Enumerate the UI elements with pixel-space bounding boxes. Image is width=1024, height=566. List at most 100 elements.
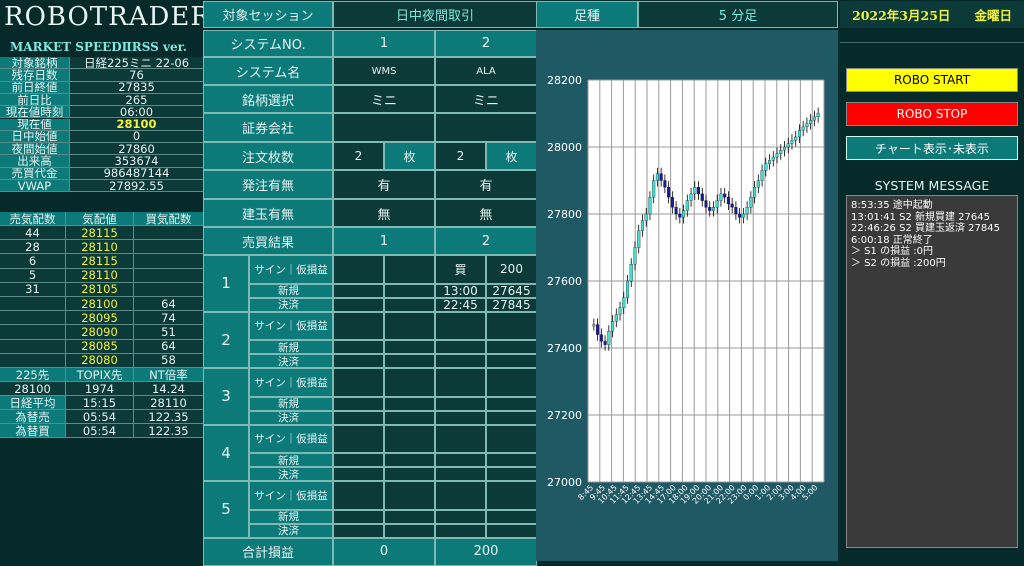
board-price: 28110	[66, 240, 134, 255]
candle-body	[640, 220, 644, 231]
board-ask-qty: 5	[0, 268, 66, 283]
order-flag-s2[interactable]: 有	[435, 170, 537, 199]
system-no-s2[interactable]: 2	[435, 30, 537, 57]
trade-sign-label: サイン｜仮損益	[249, 368, 333, 397]
board-bid-qty	[134, 254, 204, 269]
candle-body	[670, 197, 674, 208]
candle-body	[794, 136, 798, 141]
robo-start-button[interactable]: ROBO START	[846, 68, 1018, 92]
trade-s1-sign	[333, 311, 384, 340]
trade-sign-label: サイン｜仮損益	[249, 424, 333, 453]
info-value: 27860	[70, 143, 204, 156]
board-ask-qty	[0, 297, 66, 312]
order-flag-s1[interactable]: 有	[333, 170, 435, 199]
trade-no: 5	[203, 481, 249, 538]
candle-body	[611, 321, 615, 332]
system-no-s1[interactable]: 1	[333, 30, 435, 57]
candle-body	[644, 213, 648, 221]
board-bid-qty	[134, 268, 204, 283]
candle-body	[786, 143, 790, 148]
trade-s2-sign	[435, 311, 486, 340]
system-name-s1[interactable]: WMS	[333, 57, 435, 85]
info-value: 27835	[70, 81, 204, 94]
y-tick-label: 28200	[547, 74, 582, 87]
trade-result-s1[interactable]: 1	[333, 227, 435, 255]
candle-body	[693, 187, 697, 195]
chart-ashi-value: 5 分足	[638, 1, 838, 28]
order-qty-s1[interactable]: 2	[333, 142, 384, 170]
candle-body	[599, 334, 603, 342]
info-label: 夜間始値	[0, 143, 70, 156]
total-pnl-s1[interactable]: 0	[333, 537, 435, 566]
info-value: 0	[70, 130, 204, 144]
trade-s2-sign	[435, 368, 486, 397]
trade-settle-label: 決済	[249, 523, 333, 538]
board-price: 28090	[66, 325, 134, 340]
candle-body	[775, 153, 779, 158]
trade-s1-new_p	[384, 340, 435, 354]
info-value: 265	[70, 93, 204, 107]
meigara-select-label: 銘柄選択	[203, 85, 333, 113]
index-row-value: 122.35	[134, 410, 204, 424]
trade-sign-label: サイン｜仮損益	[249, 255, 333, 284]
system-name-s2[interactable]: ALA	[435, 57, 537, 85]
chart-toggle-button[interactable]: チャート表示･未表示	[846, 136, 1018, 160]
trade-s2-set_p	[486, 467, 537, 481]
candle-body	[622, 297, 626, 308]
info-value: 27892.55	[70, 180, 204, 193]
candle-body	[652, 180, 656, 198]
candle-body	[614, 314, 618, 322]
system-name-label: システム名	[203, 57, 333, 85]
candle-body	[719, 193, 723, 201]
position-flag-s1[interactable]: 無	[333, 199, 435, 227]
message-line: 13:01:41 S2 新規買建 27645	[851, 211, 990, 223]
candle-body	[592, 324, 596, 327]
trade-s1-set_t	[333, 523, 384, 538]
trade-s1-set_t	[333, 354, 384, 368]
candle-body	[674, 207, 678, 215]
position-flag-s2[interactable]: 無	[435, 199, 537, 227]
board-bid-qty	[134, 282, 204, 297]
broker-s2[interactable]	[435, 113, 537, 142]
trade-s1-set_p	[384, 523, 435, 538]
candle-body	[682, 210, 686, 218]
trade-s2-new_t: 13:00	[435, 283, 486, 298]
candle-body	[741, 213, 745, 218]
session-value[interactable]: 日中夜間取引	[333, 1, 537, 28]
trade-s1-new_t	[333, 283, 384, 298]
chart-header-label: 足種	[536, 1, 638, 28]
y-tick-label: 27600	[547, 275, 582, 288]
trade-s1-new_t	[333, 509, 384, 524]
index-row-label: 日経平均	[0, 396, 66, 410]
candle-body	[768, 160, 772, 164]
candle-body	[648, 197, 652, 215]
board-header: 買気配数	[134, 212, 204, 226]
board-ask-qty: 31	[0, 282, 66, 297]
info-label: VWAP	[0, 180, 70, 193]
board-ask-qty	[0, 311, 66, 326]
robo-stop-button[interactable]: ROBO STOP	[846, 102, 1018, 126]
meigara-select-s1[interactable]: ミニ	[333, 85, 435, 113]
info-label: 日中始値	[0, 130, 70, 144]
board-price: 28115	[66, 226, 134, 241]
meigara-select-s2[interactable]: ミニ	[435, 85, 537, 113]
board-price: 28085	[66, 339, 134, 354]
candle-body	[711, 207, 715, 211]
trade-s2-pnl: 200	[486, 255, 537, 284]
trade-s1-sign	[333, 255, 384, 284]
board-ask-qty: 6	[0, 254, 66, 269]
total-pnl-label: 合計損益	[203, 537, 333, 566]
trade-s1-new_t	[333, 396, 384, 411]
message-line: 8:53:35 途中起動	[851, 200, 933, 211]
index-value: 1974	[66, 382, 134, 396]
trade-result-s2[interactable]: 2	[435, 227, 537, 255]
candle-body	[726, 197, 730, 205]
trade-s2-pnl	[486, 424, 537, 453]
trade-s2-sign	[435, 481, 486, 510]
total-pnl-s2[interactable]: 200	[435, 537, 537, 566]
board-ask-qty	[0, 325, 66, 340]
candle-body	[809, 120, 813, 124]
board-bid-qty: 64	[134, 297, 204, 312]
order-qty-s2[interactable]: 2	[435, 142, 486, 170]
broker-s1[interactable]	[333, 113, 435, 142]
